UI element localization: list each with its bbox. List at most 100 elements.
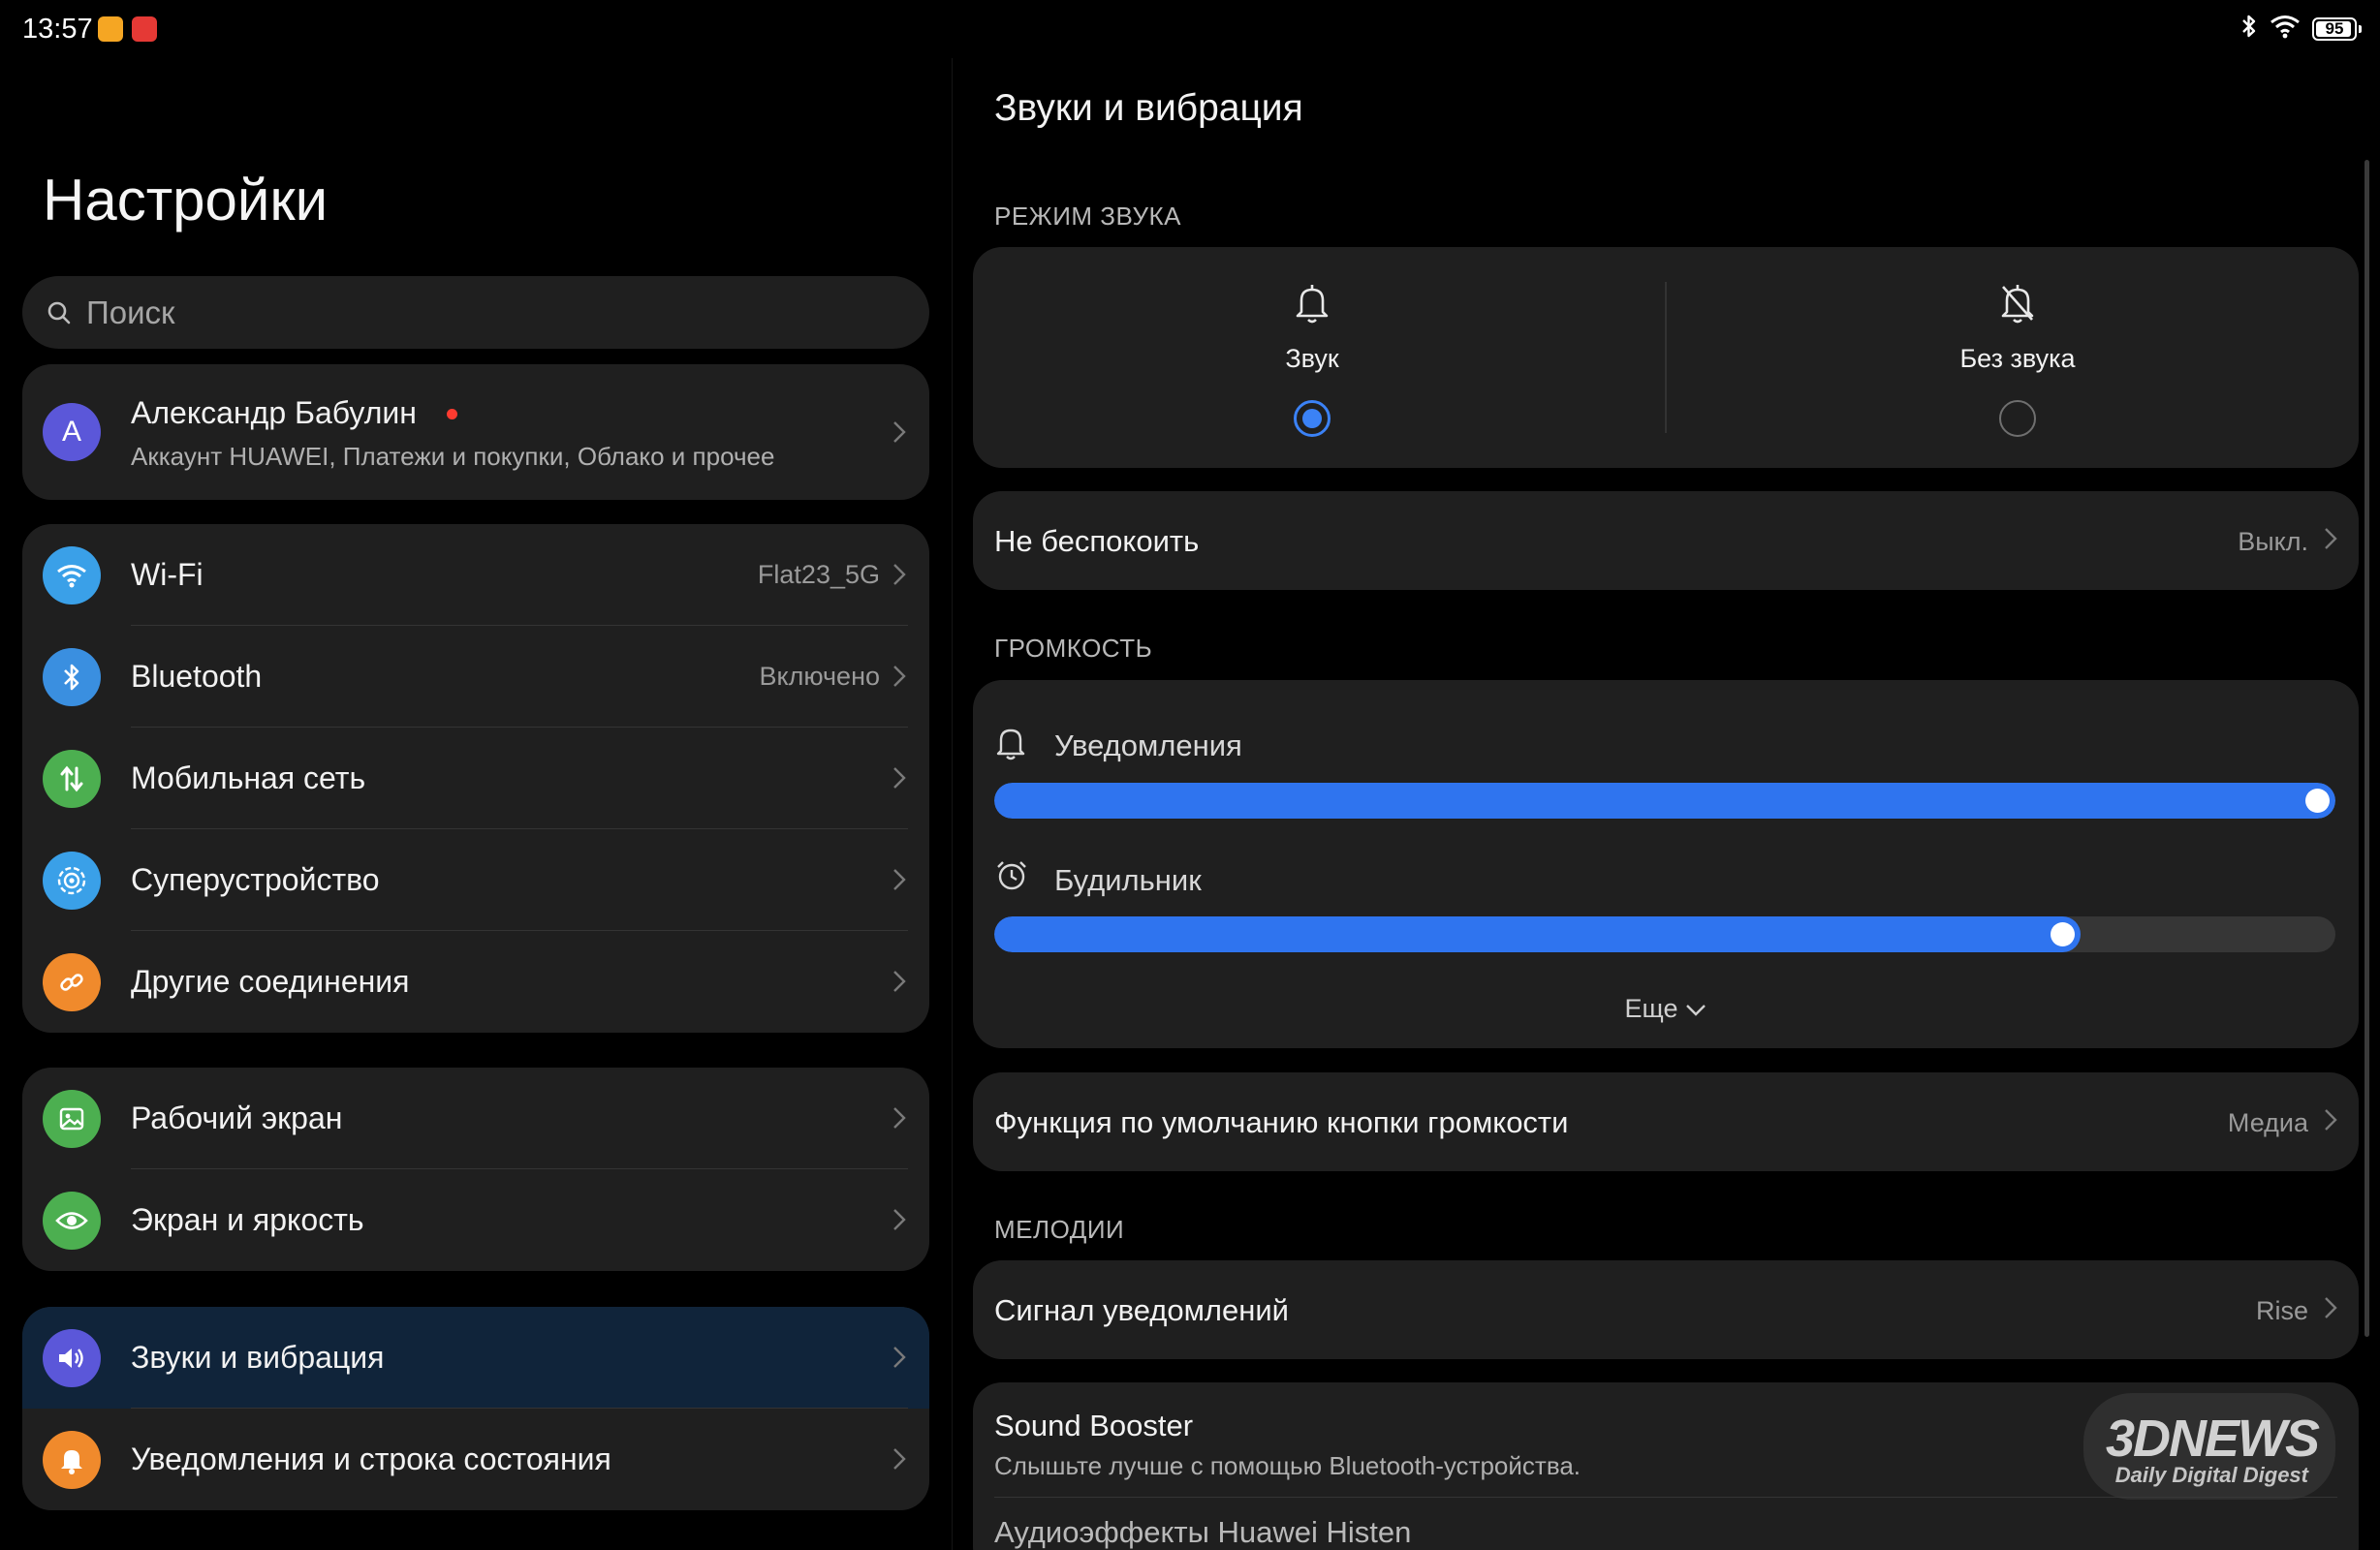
chevron-right-icon — [2325, 1297, 2337, 1318]
section-header-ringtones: МЕЛОДИИ — [994, 1215, 1125, 1244]
row-label: Не беспокоить — [994, 524, 1200, 558]
mode-silent-radio[interactable] — [1999, 400, 2036, 437]
home-screen-icon — [43, 1090, 101, 1148]
bell-icon — [1296, 285, 1329, 324]
chevron-right-icon — [893, 564, 906, 585]
watermark-logo: 3DNEWS — [2105, 1410, 2320, 1468]
mobile-data-icon — [43, 750, 101, 808]
divider — [1665, 282, 1667, 433]
avatar: А — [43, 403, 101, 461]
sidebar-item-label: Bluetooth — [131, 659, 263, 694]
account-name: Александр Бабулин — [131, 395, 417, 430]
sidebar-item-display-brightness[interactable]: Экран и яркость — [22, 1169, 929, 1271]
chevron-right-icon — [893, 971, 906, 992]
settings-list-pane: Настройки А Александр Бабулин Аккаунт HU… — [0, 0, 952, 1550]
search-icon — [47, 301, 71, 324]
display-group: Рабочий экран Экран и яркость — [22, 1068, 929, 1271]
chevron-right-icon — [893, 767, 906, 789]
chevron-right-icon — [893, 1209, 906, 1230]
chevron-right-icon — [2325, 528, 2337, 549]
sidebar-item-other-connections[interactable]: Другие соединения — [22, 931, 929, 1033]
row-label: Функция по умолчанию кнопки громкости — [994, 1105, 1569, 1139]
watermark-tagline: Daily Digital Digest — [2114, 1463, 2308, 1487]
sidebar-item-home-screen[interactable]: Рабочий экран — [22, 1068, 929, 1169]
pane-divider — [952, 58, 953, 1550]
more-volume-button[interactable]: Еще — [973, 994, 2359, 1024]
chevron-right-icon — [2325, 1109, 2337, 1131]
search-bar[interactable] — [22, 276, 929, 349]
sound-booster-title: Sound Booster — [994, 1409, 1194, 1442]
search-input[interactable] — [86, 294, 881, 331]
sidebar-item-label: Экран и яркость — [131, 1202, 364, 1237]
slider-knob[interactable] — [2051, 922, 2075, 946]
row-value: Выкл. — [2238, 527, 2308, 556]
chevron-down-icon — [1686, 1005, 1707, 1016]
slider-knob[interactable] — [2305, 789, 2330, 813]
volume-slider-notifications[interactable] — [994, 783, 2335, 819]
mode-silent-option[interactable]: Без звука — [1678, 247, 2357, 468]
3dnews-watermark: 3DNEWS Daily Digital Digest — [1405, 1393, 2345, 1500]
chevron-right-icon — [893, 1347, 906, 1368]
sidebar-item-value: Включено — [759, 662, 880, 691]
row-label: Сигнал уведомлений — [994, 1293, 1289, 1327]
histen-row-label[interactable]: Аудиоэффекты Huawei Histen — [994, 1515, 1411, 1550]
do-not-disturb-row[interactable]: Не беспокоить Выкл. — [973, 491, 2359, 590]
more-label: Еще — [1624, 994, 1678, 1023]
slider-fill — [994, 916, 2081, 952]
bell-off-icon — [2001, 285, 2034, 324]
page-title: Настройки — [43, 168, 329, 232]
eye-icon — [43, 1192, 101, 1250]
account-row[interactable]: А Александр Бабулин Аккаунт HUAWEI, Плат… — [22, 364, 929, 500]
volume-label-notifications: Уведомления — [1054, 728, 1242, 762]
sidebar-item-value: Flat23_5G — [757, 560, 880, 589]
link-icon — [43, 953, 101, 1011]
chevron-right-icon — [893, 421, 906, 443]
detail-title: Звуки и вибрация — [994, 87, 1303, 129]
slider-fill — [994, 783, 2335, 819]
sound-mode-card: Звук Без звука — [973, 247, 2359, 468]
wifi-icon — [43, 546, 101, 604]
notification-tone-row[interactable]: Сигнал уведомлений Rise — [973, 1260, 2359, 1359]
scrollbar[interactable] — [2364, 160, 2369, 1337]
mode-label: Без звука — [1959, 344, 2076, 373]
mode-label: Звук — [1285, 344, 1339, 373]
sidebar-item-label: Суперустройство — [131, 862, 380, 897]
chevron-right-icon — [893, 1448, 906, 1470]
volume-button-function-row[interactable]: Функция по умолчанию кнопки громкости Ме… — [973, 1072, 2359, 1171]
sidebar-item-bluetooth[interactable]: Bluetooth Включено — [22, 626, 929, 728]
section-header-sound-mode: РЕЖИМ ЗВУКА — [994, 202, 1181, 231]
sidebar-item-label: Wi-Fi — [131, 557, 204, 592]
connectivity-group: Wi-Fi Flat23_5G Bluetooth Включено Мобил… — [22, 524, 929, 1033]
sidebar-item-wifi[interactable]: Wi-Fi Flat23_5G — [22, 524, 929, 626]
sidebar-item-label: Другие соединения — [131, 964, 410, 999]
sidebar-item-label: Мобильная сеть — [131, 760, 366, 795]
sidebar-item-sounds-vibration[interactable]: Звуки и вибрация — [22, 1307, 929, 1409]
volume-card: Уведомления Будильник Еще — [973, 680, 2359, 1048]
volume-slider-alarm[interactable] — [994, 916, 2335, 952]
account-subtitle: Аккаунт HUAWEI, Платежи и покупки, Облак… — [131, 442, 775, 471]
mode-sound-radio[interactable] — [1294, 400, 1331, 437]
sidebar-item-notifications-statusbar[interactable]: Уведомления и строка состояния — [22, 1409, 929, 1510]
alarm-icon — [997, 861, 1026, 890]
super-device-icon — [43, 852, 101, 910]
sidebar-item-label: Уведомления и строка состояния — [131, 1442, 611, 1476]
bell-icon — [43, 1431, 101, 1489]
speaker-icon — [43, 1329, 101, 1387]
battery-level: 95 — [2325, 18, 2344, 38]
mode-sound-option[interactable]: Звук — [973, 247, 1651, 468]
sidebar-item-label: Звуки и вибрация — [131, 1340, 385, 1375]
sidebar-item-mobile-network[interactable]: Мобильная сеть — [22, 728, 929, 829]
row-value: Медиа — [2227, 1108, 2308, 1137]
account-card[interactable]: А Александр Бабулин Аккаунт HUAWEI, Плат… — [22, 364, 929, 500]
chevron-right-icon — [893, 666, 906, 687]
sidebar-item-super-device[interactable]: Суперустройство — [22, 829, 929, 931]
bluetooth-icon — [43, 648, 101, 706]
volume-label-alarm: Будильник — [1054, 863, 1202, 897]
bell-icon — [996, 728, 1025, 760]
chevron-right-icon — [893, 1107, 906, 1129]
notification-dot — [447, 409, 457, 419]
chevron-right-icon — [893, 869, 906, 890]
sound-notify-group: Звуки и вибрация Уведомления и строка со… — [22, 1307, 929, 1510]
sidebar-item-label: Рабочий экран — [131, 1100, 343, 1135]
section-header-volume: ГРОМКОСТЬ — [994, 634, 1153, 663]
